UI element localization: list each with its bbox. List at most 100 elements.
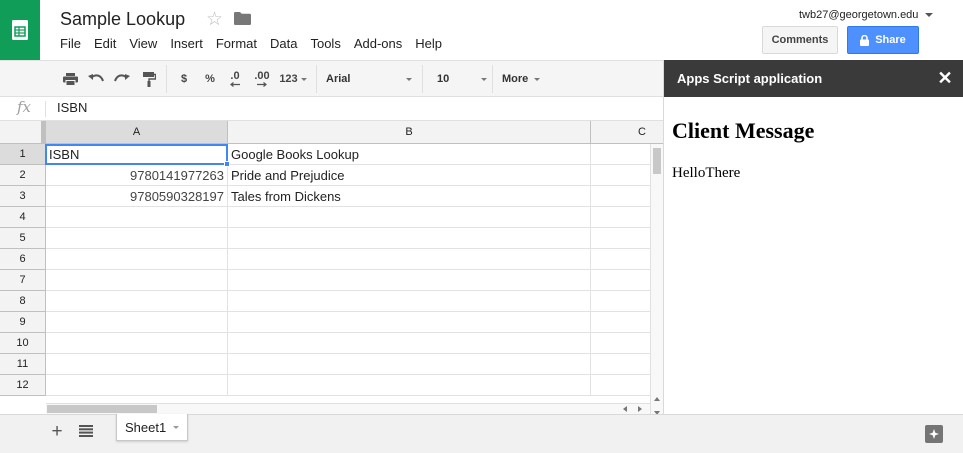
- table-cell[interactable]: [228, 333, 591, 354]
- menu-format[interactable]: Format: [216, 36, 257, 51]
- row-header[interactable]: 5: [0, 228, 46, 249]
- table-cell[interactable]: ISBN: [46, 144, 228, 165]
- menu-tools[interactable]: Tools: [310, 36, 340, 51]
- row-header[interactable]: 12: [0, 375, 46, 396]
- row-header[interactable]: 4: [0, 207, 46, 228]
- percent-format-button[interactable]: %: [202, 69, 218, 89]
- sheet-tabs-bar: + Sheet1: [0, 414, 963, 453]
- table-cell[interactable]: [46, 228, 228, 249]
- increase-decimals-label: .00: [254, 70, 270, 82]
- spreadsheet-grid: A B C 1 2 3 4 5 6 7 8 9 10 11 12 ISBN Google Books L…: [0, 121, 663, 414]
- select-all-corner[interactable]: [0, 121, 46, 144]
- sheet-list-icon[interactable]: [79, 425, 95, 439]
- table-cell[interactable]: [228, 249, 591, 270]
- menu-help[interactable]: Help: [415, 36, 442, 51]
- more-button[interactable]: More: [502, 69, 552, 89]
- table-cell[interactable]: [228, 354, 591, 375]
- vertical-scroll-thumb[interactable]: [653, 148, 661, 174]
- sheets-logo-icon[interactable]: [0, 0, 40, 60]
- decrease-decimals-label: .0: [230, 70, 240, 82]
- menu-insert[interactable]: Insert: [170, 36, 203, 51]
- column-header-c[interactable]: C: [591, 121, 663, 144]
- table-cell[interactable]: Pride and Prejudice: [228, 165, 591, 186]
- table-cell[interactable]: 9780590328197: [46, 186, 228, 207]
- row-header[interactable]: 10: [0, 333, 46, 354]
- row-header[interactable]: 11: [0, 354, 46, 375]
- toolbar-divider: [316, 65, 317, 93]
- column-header-b[interactable]: B: [228, 121, 591, 144]
- star-icon[interactable]: ☆: [206, 8, 223, 31]
- row-header[interactable]: 9: [0, 312, 46, 333]
- table-cell[interactable]: [228, 270, 591, 291]
- font-size-value: 10: [437, 73, 450, 85]
- table-cell[interactable]: [46, 270, 228, 291]
- menu-edit[interactable]: Edit: [94, 36, 116, 51]
- redo-icon[interactable]: [112, 69, 132, 89]
- row-header[interactable]: 8: [0, 291, 46, 312]
- font-family-value: Arial: [326, 73, 351, 85]
- row-header[interactable]: 7: [0, 270, 46, 291]
- more-formats-button[interactable]: 123: [276, 69, 310, 89]
- menu-data[interactable]: Data: [270, 36, 297, 51]
- chevron-down-icon[interactable]: [925, 13, 933, 17]
- sidebar-header: Apps Script application ✕: [664, 60, 963, 97]
- arrow-left-icon: [230, 82, 240, 87]
- table-cell[interactable]: [46, 375, 228, 396]
- paint-format-icon[interactable]: [139, 69, 159, 89]
- fill-handle[interactable]: [224, 161, 230, 167]
- column-header-a[interactable]: A: [46, 121, 228, 144]
- table-cell[interactable]: 9780141977263: [46, 165, 228, 186]
- table-cell[interactable]: [228, 228, 591, 249]
- table-cell[interactable]: [46, 291, 228, 312]
- formula-input[interactable]: ISBN: [57, 100, 87, 115]
- row-header[interactable]: 6: [0, 249, 46, 270]
- menu-view[interactable]: View: [129, 36, 157, 51]
- table-cell[interactable]: [46, 249, 228, 270]
- user-account[interactable]: twb27@georgetown.edu: [799, 9, 918, 21]
- table-cell[interactable]: [46, 354, 228, 375]
- scroll-left-icon[interactable]: [619, 404, 631, 414]
- font-size-dropdown[interactable]: 10: [437, 69, 487, 89]
- table-cell[interactable]: Tales from Dickens: [228, 186, 591, 207]
- table-cell[interactable]: [228, 207, 591, 228]
- table-cell[interactable]: [228, 291, 591, 312]
- row-header[interactable]: 1: [0, 144, 46, 165]
- folder-icon[interactable]: [234, 12, 251, 28]
- add-sheet-button[interactable]: +: [48, 421, 66, 442]
- table-cell[interactable]: [46, 207, 228, 228]
- horizontal-scroll-thumb[interactable]: [47, 405, 157, 413]
- increase-decimals-button[interactable]: .00: [250, 69, 274, 89]
- close-icon[interactable]: ✕: [935, 68, 955, 88]
- sheet-tab-sheet1[interactable]: Sheet1: [116, 414, 188, 441]
- scroll-right-icon[interactable]: [634, 404, 646, 414]
- sheet-tab-label: Sheet1: [125, 419, 167, 435]
- scroll-down-icon[interactable]: [651, 407, 663, 414]
- table-cell[interactable]: Google Books Lookup: [228, 144, 591, 165]
- frozen-pane-handle[interactable]: [41, 121, 45, 143]
- table-cell[interactable]: [46, 333, 228, 354]
- share-button[interactable]: Share: [847, 26, 919, 54]
- horizontal-scrollbar[interactable]: [46, 403, 650, 414]
- document-title[interactable]: Sample Lookup: [60, 9, 185, 30]
- menu-file[interactable]: File: [60, 36, 81, 51]
- table-cell[interactable]: [228, 312, 591, 333]
- client-message-text: HelloThere: [672, 165, 741, 181]
- undo-icon[interactable]: [86, 69, 106, 89]
- font-family-dropdown[interactable]: Arial: [326, 69, 412, 89]
- row-header[interactable]: 3: [0, 186, 46, 207]
- table-cell[interactable]: [228, 375, 591, 396]
- chevron-down-icon: [534, 77, 541, 81]
- menu-add-ons[interactable]: Add-ons: [354, 36, 402, 51]
- vertical-scrollbar[interactable]: [650, 144, 663, 414]
- explore-icon[interactable]: [925, 425, 943, 443]
- table-cell[interactable]: [46, 312, 228, 333]
- chevron-down-icon[interactable]: [173, 425, 180, 429]
- comments-button[interactable]: Comments: [762, 26, 838, 54]
- toolbar-divider: [492, 65, 493, 93]
- print-icon[interactable]: [60, 69, 80, 89]
- currency-format-button[interactable]: $: [176, 69, 192, 89]
- formula-bar: fx ISBN: [0, 97, 663, 121]
- row-header[interactable]: 2: [0, 165, 46, 186]
- decrease-decimals-button[interactable]: .0: [224, 69, 246, 89]
- scroll-up-icon[interactable]: [651, 393, 663, 405]
